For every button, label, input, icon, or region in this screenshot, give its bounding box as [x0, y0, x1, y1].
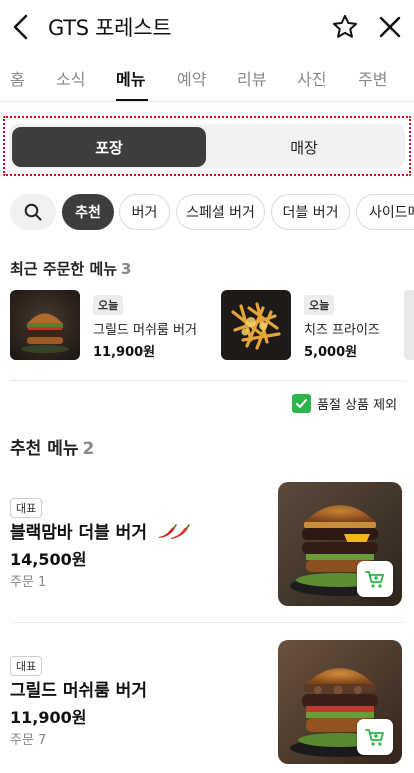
menu-item-order-count: 주문 7 [10, 733, 47, 748]
signature-badge: 대표 [10, 656, 43, 676]
tab-reviews[interactable]: 리뷰 [237, 66, 266, 90]
cart-icon [365, 571, 384, 588]
recent-order-card[interactable]: 오늘 치즈 프라이즈 5,000원 [221, 290, 401, 360]
menu-item-price: 11,900원 [10, 708, 87, 727]
star-icon [332, 14, 358, 38]
today-badge: 오늘 [93, 295, 124, 315]
menu-item-price: 14,500원 [10, 550, 87, 569]
menu-item-name: 블랙맘바 더블 버거 [10, 518, 190, 543]
favorite-button[interactable] [331, 13, 359, 41]
recent-order-name: 그릴드 머쉬룸 버거 [93, 323, 197, 338]
menu-search-button[interactable] [10, 194, 56, 230]
chili-pepper-icon [158, 524, 190, 539]
exclude-soldout-toggle[interactable]: 품절 상품 제외 [292, 392, 397, 414]
menu-item-order-count: 주문 1 [10, 575, 47, 590]
recent-orders-count: 3 [121, 260, 132, 278]
tab-reservation[interactable]: 예약 [177, 66, 206, 90]
dine-in-option[interactable]: 매장 [206, 127, 402, 167]
menu-item[interactable]: 대표 블랙맘바 더블 버거 14,500원 주문 1 [0, 480, 414, 610]
chip-double-burger[interactable]: 더블 버거 [271, 194, 350, 230]
header: GTS 포레스트 [0, 0, 414, 56]
menu-item[interactable]: 대표 그릴드 머쉬룸 버거 11,900원 주문 7 [0, 638, 414, 768]
tab-photos[interactable]: 사진 [297, 66, 326, 90]
today-badge: 오늘 [304, 295, 335, 315]
exclude-soldout-label: 품절 상품 제외 [317, 397, 398, 413]
chip-recommended[interactable]: 추천 [62, 194, 114, 230]
add-to-cart-button[interactable] [357, 719, 393, 755]
tab-bar: 홈 소식 메뉴 예약 리뷰 사진 주변 [0, 56, 414, 102]
recent-order-name: 치즈 프라이즈 [304, 323, 380, 338]
chip-burger[interactable]: 버거 [119, 194, 170, 230]
tab-menu[interactable]: 메뉴 [116, 66, 145, 90]
tab-home[interactable]: 홈 [10, 66, 25, 90]
page-title: GTS 포레스트 [48, 16, 172, 40]
close-icon [379, 16, 401, 38]
recent-order-card-peek [404, 290, 414, 360]
chip-side-menu[interactable]: 사이드메뉴 [356, 194, 414, 230]
recent-order-image [221, 290, 291, 360]
menu-item-name: 그릴드 머쉬룸 버거 [10, 681, 147, 701]
recommended-title: 추천 메뉴 [10, 439, 79, 459]
menu-item-name-text: 블랙맘바 더블 버거 [10, 523, 147, 543]
tab-news[interactable]: 소식 [56, 66, 85, 90]
active-tab-indicator [116, 99, 148, 101]
tab-nearby[interactable]: 주변 [358, 66, 387, 90]
chip-special-burger[interactable]: 스페셜 버거 [176, 194, 265, 230]
back-button[interactable] [10, 14, 34, 40]
category-chips: 추천 버거 스페셜 버거 더블 버거 사이드메뉴 [0, 192, 414, 232]
close-button[interactable] [377, 14, 403, 40]
signature-badge: 대표 [10, 498, 43, 518]
recommended-heading: 추천 메뉴 2 [10, 434, 94, 459]
add-to-cart-button[interactable] [357, 561, 393, 597]
divider [10, 622, 404, 623]
recent-order-price: 5,000원 [304, 345, 358, 360]
search-icon [24, 203, 42, 221]
recent-orders-title: 최근 주문한 메뉴 [10, 260, 118, 278]
cart-icon [365, 729, 384, 746]
exclude-soldout-checkbox[interactable] [292, 393, 311, 413]
checkmark-icon [296, 398, 307, 408]
divider [10, 380, 404, 381]
recommended-count: 2 [82, 439, 95, 459]
takeout-option[interactable]: 포장 [12, 127, 206, 167]
recent-order-image [10, 290, 80, 360]
recent-order-card[interactable]: 오늘 그릴드 머쉬룸 버거 11,900원 [10, 290, 210, 360]
back-arrow-icon [13, 14, 28, 40]
recent-order-price: 11,900원 [93, 345, 156, 360]
recent-orders-heading: 최근 주문한 메뉴 3 [10, 258, 131, 279]
